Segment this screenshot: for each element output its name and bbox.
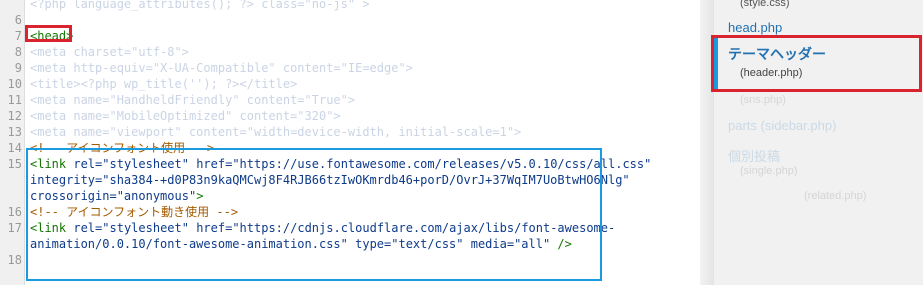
- code-token: <meta name="HandheldFriendly" content="T…: [30, 93, 356, 107]
- code-token: <meta http-equiv="X-UA-Compatible" conte…: [30, 61, 413, 75]
- sidebar-item-head-php[interactable]: head.php: [728, 20, 782, 35]
- line-number: 16: [7, 205, 22, 219]
- line-number: 10: [7, 77, 22, 91]
- code-token: <meta charset="utf-8">: [30, 45, 189, 59]
- head-tag-highlight: [25, 25, 72, 42]
- code-text: <?php language_attributes(); ?> class="n…: [30, 0, 370, 12]
- sidebar-faded-item[interactable]: (single.php): [740, 165, 797, 177]
- line-number: 11: [7, 93, 22, 107]
- code-text: <meta name="HandheldFriendly" content="T…: [30, 92, 355, 108]
- code-text: <meta http-equiv="X-UA-Compatible" conte…: [30, 60, 413, 76]
- header-php-highlight: [711, 35, 922, 92]
- code-editor[interactable]: <?php language_attributes(); ?> class="n…: [0, 0, 700, 285]
- line-number: 17: [7, 221, 22, 235]
- line-number: 7: [14, 29, 22, 43]
- code-token: <title><?php wp_title(''); ?></title>: [30, 77, 298, 91]
- code-token: <?php language_attributes(); ?> class="n…: [30, 0, 370, 11]
- line-number: 18: [7, 253, 22, 267]
- line-number: 9: [14, 61, 22, 75]
- theme-files-sidebar: (style.css) head.php テーマヘッダー (header.php…: [711, 0, 923, 285]
- line-number: 12: [7, 109, 22, 123]
- sidebar-faded-item[interactable]: 個別投稿: [728, 146, 780, 165]
- line-number: 14: [7, 141, 22, 155]
- sidebar-faded-item[interactable]: (sns.php): [740, 94, 786, 106]
- line-number: 6: [14, 13, 22, 27]
- code-token: <meta name="viewport" content="width=dev…: [30, 125, 522, 139]
- style-css-sub-label: (style.css): [740, 0, 790, 9]
- sidebar-faded-item[interactable]: parts (sidebar.php): [728, 118, 836, 133]
- sidebar-faded-item[interactable]: (related.php): [804, 190, 866, 202]
- code-token: <meta name="MobileOptimized" content="32…: [30, 109, 341, 123]
- line-number: 8: [14, 45, 22, 59]
- code-text: <meta charset="utf-8">: [30, 44, 189, 60]
- line-number: 13: [7, 125, 22, 139]
- code-text: <title><?php wp_title(''); ?></title>: [30, 76, 297, 92]
- font-awesome-links-highlight: [26, 148, 602, 281]
- code-text: <meta name="viewport" content="width=dev…: [30, 124, 521, 140]
- code-text: <meta name="MobileOptimized" content="32…: [30, 108, 341, 124]
- line-number: 15: [7, 157, 22, 171]
